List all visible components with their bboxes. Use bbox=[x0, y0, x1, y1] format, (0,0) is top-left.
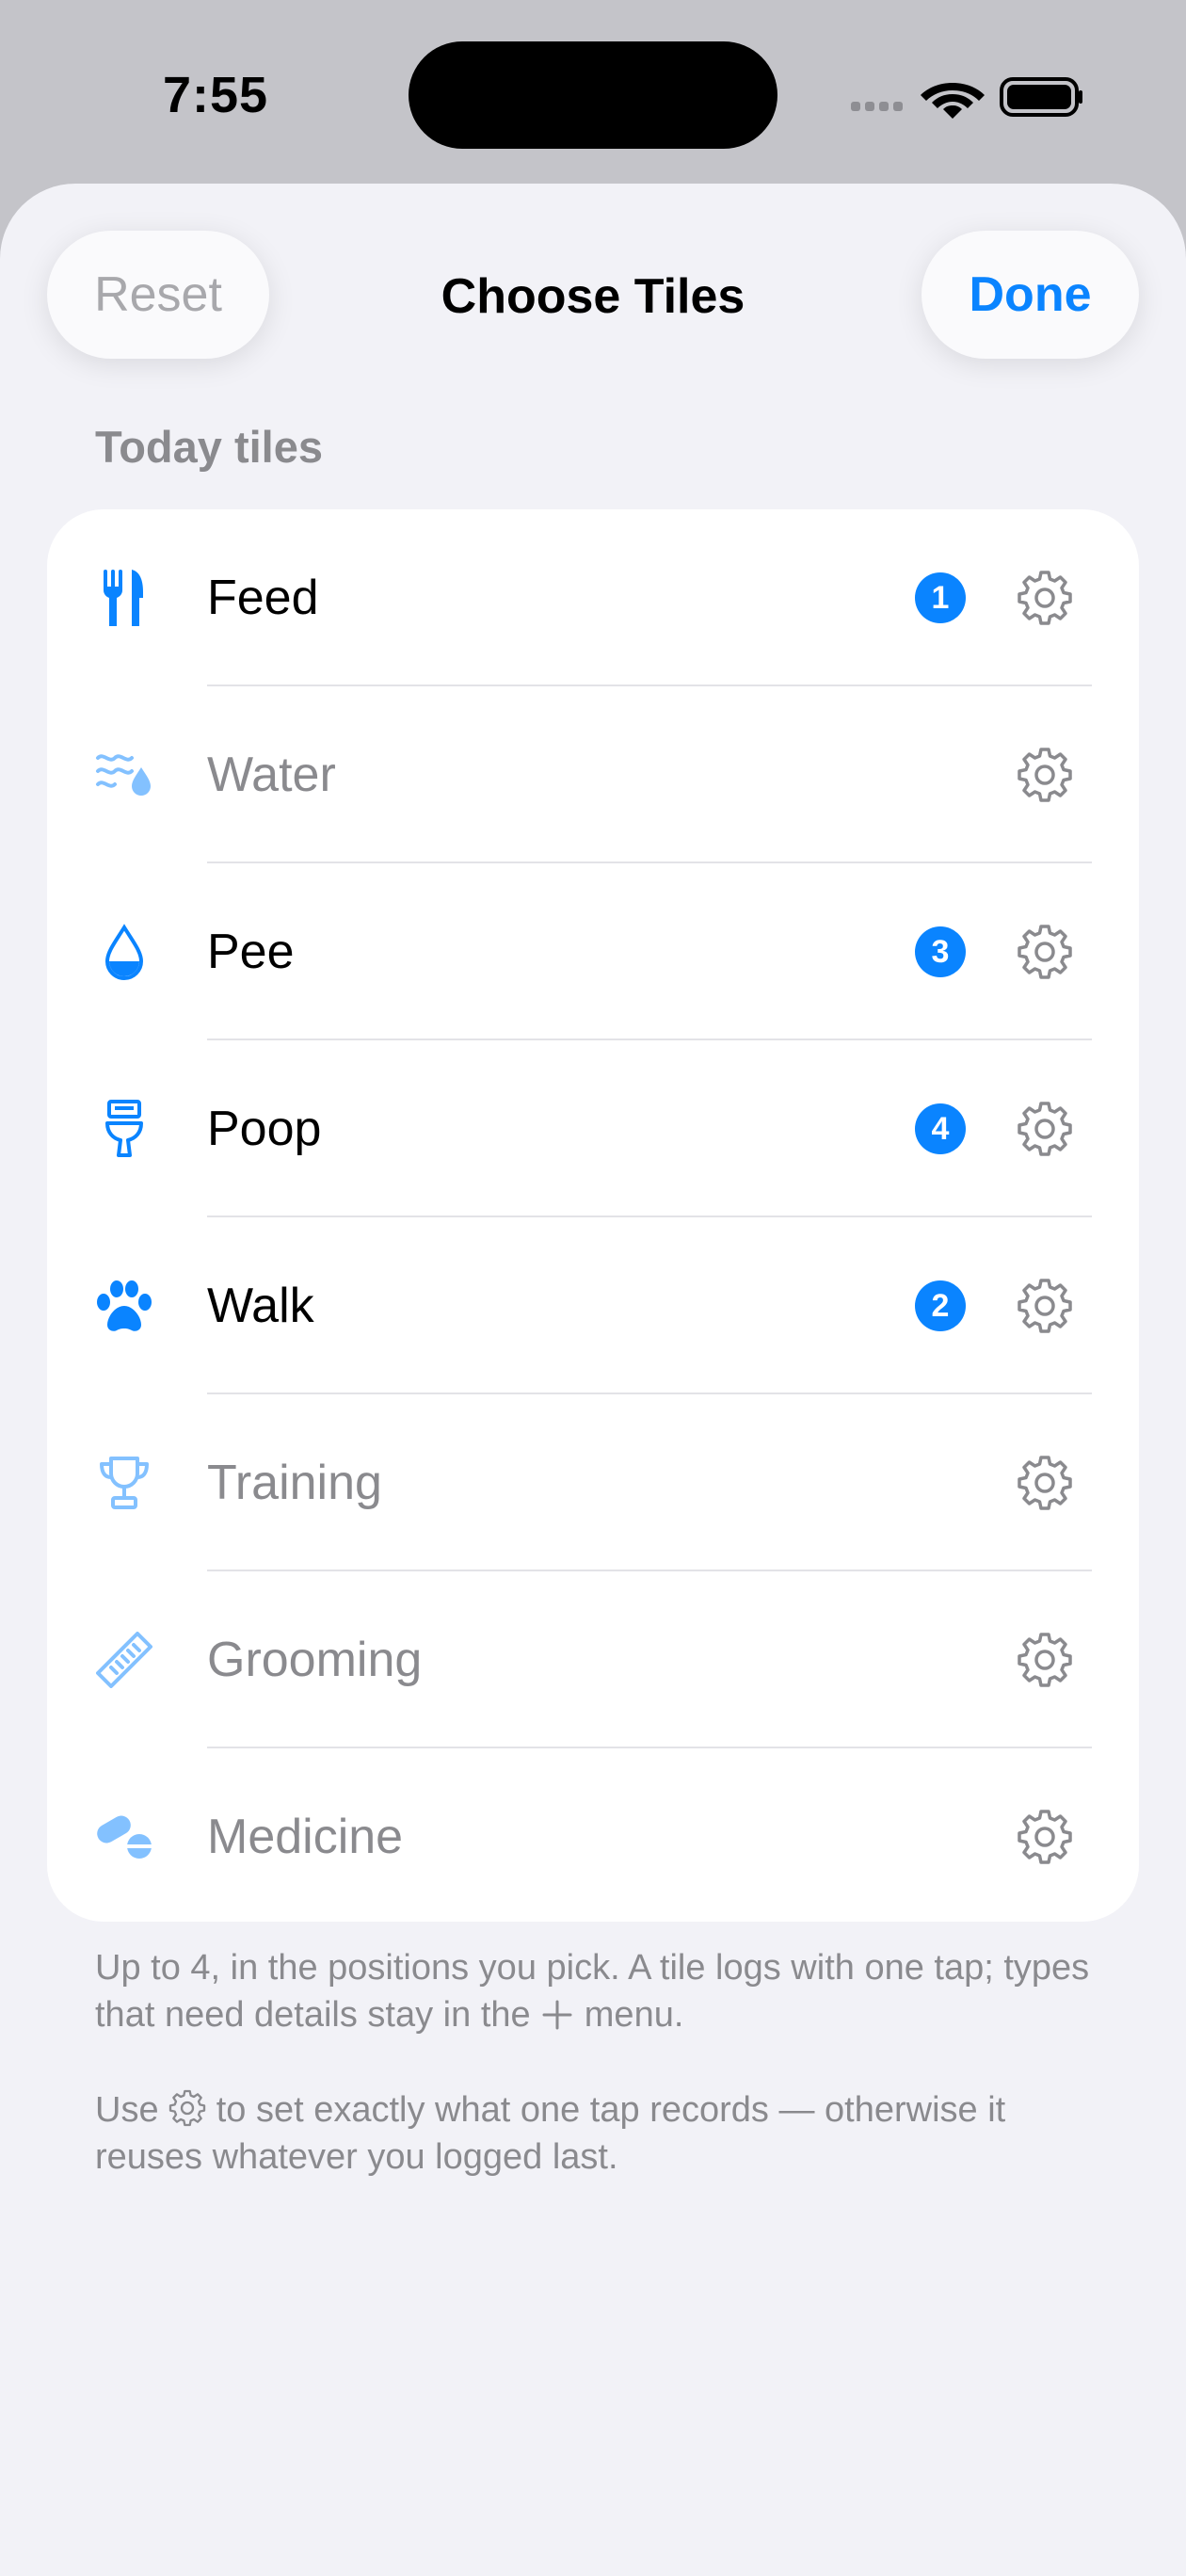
tile-label: Feed bbox=[207, 571, 319, 625]
tile-row-training[interactable]: Training bbox=[47, 1394, 1139, 1571]
tile-row-feed[interactable]: Feed 1 bbox=[47, 509, 1139, 686]
position-badge: 3 bbox=[915, 926, 966, 977]
gear-icon[interactable] bbox=[1017, 747, 1073, 803]
tile-label: Training bbox=[207, 1456, 382, 1510]
gear-icon[interactable] bbox=[1017, 1101, 1073, 1157]
footer-note-gear: Use to set exactly what one tap records … bbox=[95, 2086, 1112, 2181]
water-drop-waves-icon bbox=[94, 745, 154, 805]
gear-icon[interactable] bbox=[1017, 924, 1073, 980]
pills-icon bbox=[94, 1807, 154, 1867]
trophy-icon bbox=[94, 1453, 154, 1513]
gear-icon[interactable] bbox=[1017, 1809, 1073, 1865]
gear-icon bbox=[168, 2089, 206, 2127]
status-bar: 7:55 bbox=[0, 0, 1186, 184]
gear-icon[interactable] bbox=[1017, 1632, 1073, 1688]
done-button[interactable]: Done bbox=[922, 231, 1139, 359]
cellular-signal-icon bbox=[851, 102, 903, 111]
position-badge: 2 bbox=[915, 1280, 966, 1331]
status-time: 7:55 bbox=[163, 67, 269, 123]
tile-label: Pee bbox=[207, 925, 295, 979]
tile-label: Poop bbox=[207, 1102, 322, 1156]
tile-row-pee[interactable]: Pee 3 bbox=[47, 863, 1139, 1040]
tile-label: Walk bbox=[207, 1279, 314, 1333]
gear-icon[interactable] bbox=[1017, 1455, 1073, 1511]
footer-note-positions: Up to 4, in the positions you pick. A ti… bbox=[95, 1944, 1112, 2038]
toilet-icon bbox=[94, 1099, 154, 1159]
tile-row-walk[interactable]: Walk 2 bbox=[47, 1217, 1139, 1394]
tile-label: Water bbox=[207, 748, 336, 802]
plus-icon bbox=[542, 2000, 572, 2030]
tile-row-water[interactable]: Water bbox=[47, 686, 1139, 863]
choose-tiles-sheet: Reset Choose Tiles Done Today tiles Feed… bbox=[0, 184, 1186, 2576]
gear-icon[interactable] bbox=[1017, 570, 1073, 626]
position-badge: 1 bbox=[915, 572, 966, 623]
wifi-icon bbox=[921, 83, 985, 119]
footer-text: menu. bbox=[584, 1995, 684, 2035]
tile-label: Medicine bbox=[207, 1810, 404, 1864]
position-badge: 4 bbox=[915, 1103, 966, 1154]
drop-icon bbox=[94, 922, 154, 982]
status-icons bbox=[847, 72, 1082, 121]
tile-label: Grooming bbox=[207, 1633, 423, 1687]
comb-icon bbox=[94, 1630, 154, 1690]
dynamic-island bbox=[409, 41, 777, 149]
tile-row-poop[interactable]: Poop 4 bbox=[47, 1040, 1139, 1217]
gear-icon[interactable] bbox=[1017, 1278, 1073, 1334]
battery-icon bbox=[1000, 77, 1082, 117]
footer-text: to set exactly what one tap records — ot… bbox=[95, 2090, 1006, 2177]
section-header: Today tiles bbox=[95, 422, 324, 472]
paw-icon bbox=[94, 1276, 154, 1336]
fork-knife-icon bbox=[94, 568, 154, 628]
tiles-list: Feed 1 Water Pee 3 Poop 4 Walk 2 Trainin… bbox=[47, 509, 1139, 1922]
footer-text: Use bbox=[95, 2090, 159, 2130]
tile-row-medicine[interactable]: Medicine bbox=[47, 1748, 1139, 1922]
tile-row-grooming[interactable]: Grooming bbox=[47, 1571, 1139, 1748]
